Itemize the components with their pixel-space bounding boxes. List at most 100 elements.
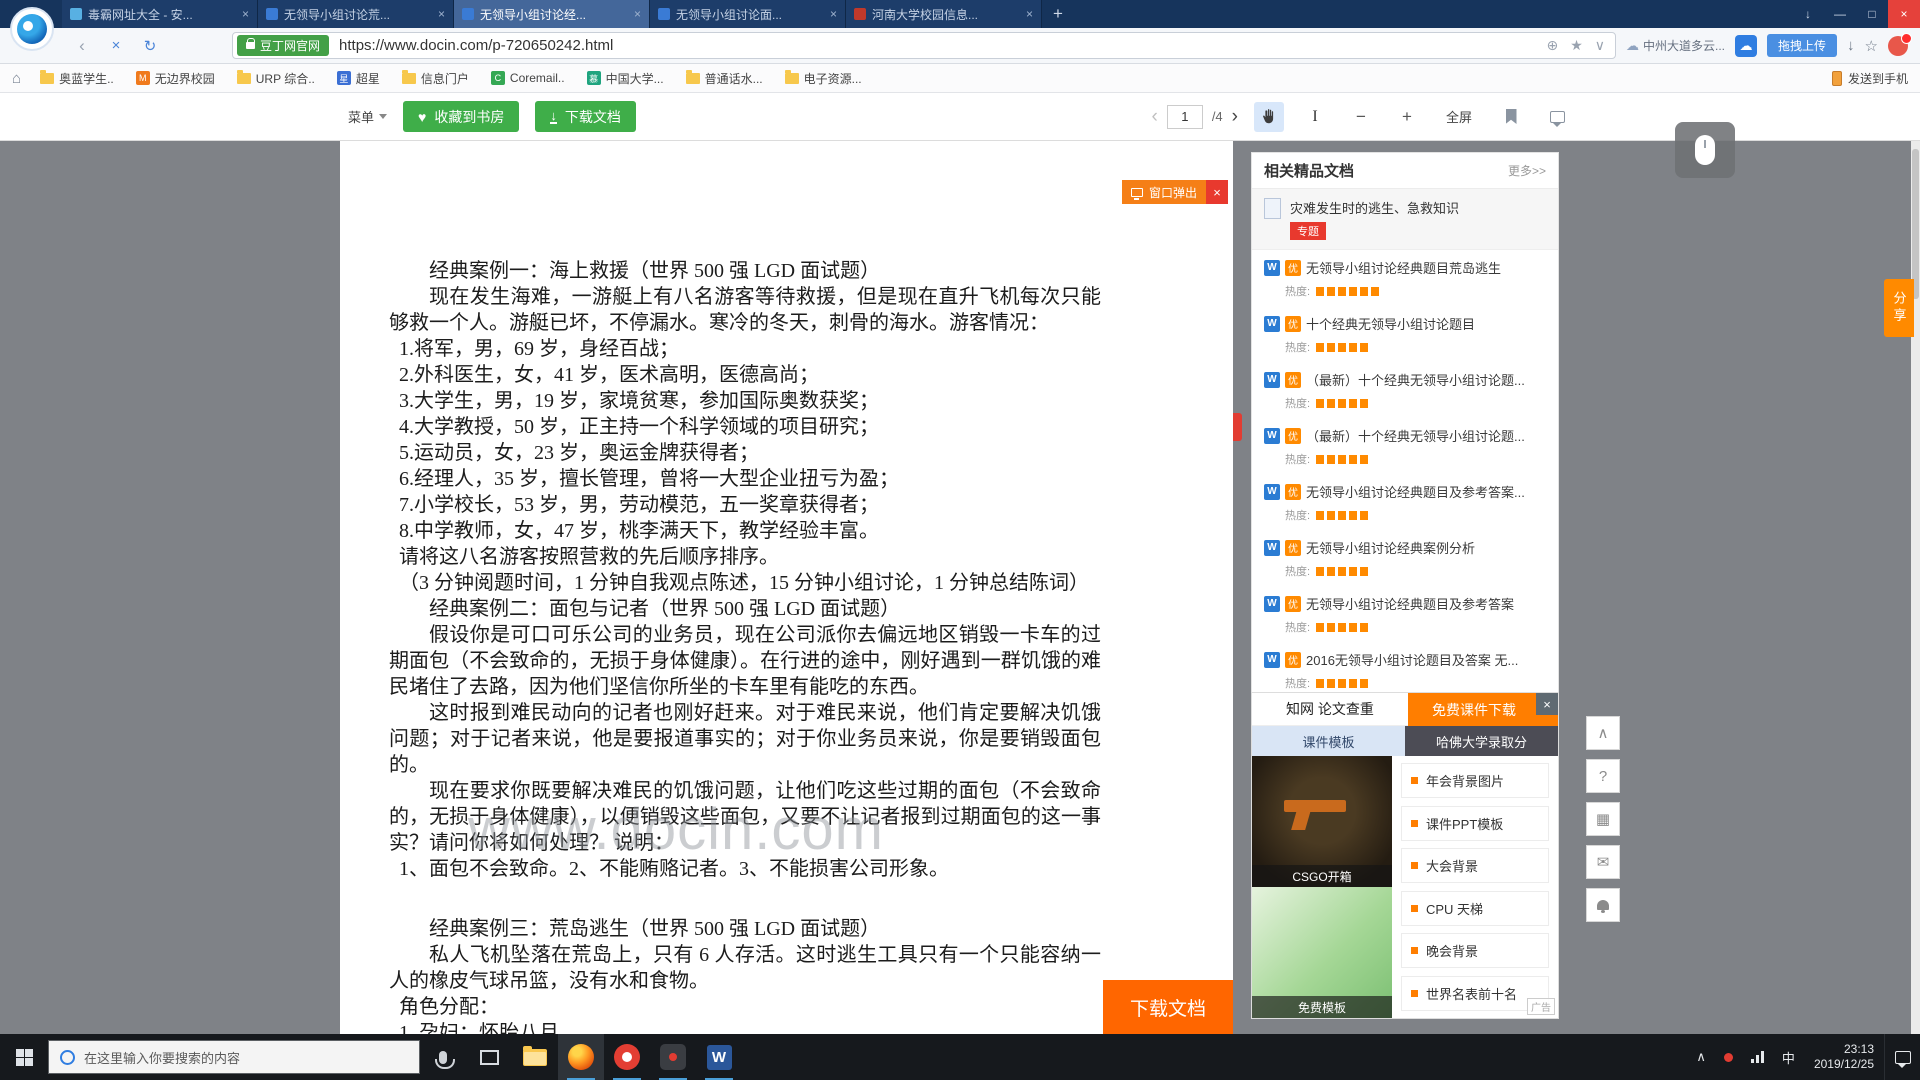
share-tab[interactable]: 分享 xyxy=(1884,279,1914,337)
popup-close-icon[interactable]: × xyxy=(1206,180,1228,204)
site-verified-badge[interactable]: 豆丁网官网 xyxy=(237,35,329,56)
start-button[interactable] xyxy=(0,1034,48,1080)
related-doc-title[interactable]: 无领导小组讨论经典案例分析 xyxy=(1306,538,1546,557)
scrollbar-thumb[interactable] xyxy=(1912,149,1919,299)
featured-doc[interactable]: 灾难发生时的逃生、急救知识 专题 xyxy=(1252,189,1558,250)
back-button[interactable]: ‹ xyxy=(70,36,94,56)
popup-window-main[interactable]: 窗口弹出 xyxy=(1122,180,1206,204)
related-doc-item[interactable]: W 优 （最新）十个经典无领导小组讨论题... 热度: xyxy=(1252,362,1558,418)
reader-mode-icon[interactable]: ⊕ xyxy=(1546,37,1558,54)
user-avatar[interactable] xyxy=(1888,36,1908,56)
browser-tab[interactable]: 河南大学校园信息... × xyxy=(846,0,1042,28)
cloud-sync-icon[interactable]: ☁ xyxy=(1735,35,1757,57)
related-doc-item[interactable]: W 优 （最新）十个经典无领导小组讨论题... 热度: xyxy=(1252,418,1558,474)
next-page-icon[interactable]: › xyxy=(1232,106,1238,128)
url-box[interactable]: 豆丁网官网 https://www.docin.com/p-720650242.… xyxy=(232,32,1616,59)
related-doc-item[interactable]: W 优 十个经典无领导小组讨论题目 热度: xyxy=(1252,306,1558,362)
bookmark-item[interactable]: 星 超星 xyxy=(326,64,391,92)
related-doc-title[interactable]: 无领导小组讨论经典题目及参考答案 xyxy=(1306,594,1546,613)
word-button[interactable]: W xyxy=(696,1034,742,1080)
hidden-icons-chevron[interactable]: ∧ xyxy=(1687,1034,1715,1080)
app-button-red[interactable] xyxy=(604,1034,650,1080)
tab-close-icon[interactable]: × xyxy=(830,7,837,21)
scrollbar[interactable] xyxy=(1911,141,1920,1034)
downloads-icon[interactable]: ↓ xyxy=(1792,0,1824,28)
ad-link[interactable]: 晚会背景 xyxy=(1401,933,1549,968)
drag-upload-button[interactable]: 拖拽上传 xyxy=(1767,34,1837,57)
ad-image-template[interactable]: 免费模板 xyxy=(1252,887,1392,1018)
related-doc-item[interactable]: W 优 无领导小组讨论经典案例分析 热度: xyxy=(1252,530,1558,586)
firefox-button[interactable] xyxy=(558,1034,604,1080)
close-button[interactable]: × xyxy=(1888,0,1920,28)
ad-link[interactable]: 大会背景 xyxy=(1401,848,1549,883)
browser-tab[interactable]: 毒霸网址大全 - 安... × xyxy=(62,0,258,28)
network-tray-icon[interactable] xyxy=(1742,1034,1773,1080)
antivirus-tray-icon[interactable] xyxy=(1715,1034,1742,1080)
app-button-dark[interactable] xyxy=(650,1034,696,1080)
browser-tab[interactable]: 无领导小组讨论面... × xyxy=(650,0,846,28)
ad-close-icon[interactable]: × xyxy=(1536,693,1558,715)
bookmark-item[interactable]: C Coremail.. xyxy=(480,64,576,92)
send-to-phone-button[interactable]: 发送到手机 xyxy=(1832,70,1908,87)
bookmark-item[interactable]: 慕 中国大学... xyxy=(576,64,675,92)
bookmark-item[interactable]: 信息门户 xyxy=(391,64,480,92)
featured-doc-title[interactable]: 灾难发生时的逃生、急救知识 xyxy=(1290,198,1459,217)
favorites-icon[interactable]: ☆ xyxy=(1865,37,1878,55)
qr-code-button[interactable]: ▦ xyxy=(1586,802,1620,836)
related-doc-item[interactable]: W 优 无领导小组讨论经典题目及参考答案... 热度: xyxy=(1252,474,1558,530)
notification-bell-button[interactable] xyxy=(1586,888,1620,922)
page-edge-marker[interactable] xyxy=(1233,413,1242,441)
ad-image-csgo[interactable]: CSGO开箱 xyxy=(1252,756,1392,887)
favorite-button[interactable]: ♥ 收藏到书房 xyxy=(403,101,519,132)
url-dropdown-icon[interactable]: ∨ xyxy=(1595,37,1605,54)
ime-indicator[interactable]: 中 xyxy=(1773,1034,1804,1080)
hand-tool-button[interactable] xyxy=(1254,102,1284,132)
bookmark-item[interactable]: M 无边界校园 xyxy=(125,64,226,92)
task-view-button[interactable] xyxy=(466,1034,512,1080)
related-doc-title[interactable]: 无领导小组讨论经典题目荒岛逃生 xyxy=(1306,258,1546,277)
taskbar-search[interactable]: 在这里输入你要搜索的内容 xyxy=(48,1040,420,1074)
prev-page-icon[interactable]: ‹ xyxy=(1151,106,1157,128)
maximize-button[interactable]: □ xyxy=(1856,0,1888,28)
related-doc-title[interactable]: （最新）十个经典无领导小组讨论题... xyxy=(1306,370,1546,389)
url-text[interactable]: https://www.docin.com/p-720650242.html xyxy=(339,37,1536,54)
ad-link[interactable]: CPU 天梯 xyxy=(1401,891,1549,926)
refresh-button[interactable]: ↻ xyxy=(138,37,162,55)
bookmark-star-icon[interactable]: ★ xyxy=(1570,37,1583,54)
bookmark-tool-button[interactable] xyxy=(1496,102,1526,132)
text-select-tool-button[interactable]: I xyxy=(1300,102,1330,132)
related-doc-item[interactable]: W 优 无领导小组讨论经典题目荒岛逃生 热度: xyxy=(1252,250,1558,306)
menu-button[interactable]: 菜单 xyxy=(348,107,387,126)
related-doc-title[interactable]: （最新）十个经典无领导小组讨论题... xyxy=(1306,426,1546,445)
home-icon[interactable]: ⌂ xyxy=(12,70,21,87)
tab-close-icon[interactable]: × xyxy=(634,7,641,21)
stop-button[interactable]: × xyxy=(104,37,128,54)
browser-tab[interactable]: 无领导小组讨论荒... × xyxy=(258,0,454,28)
browser-logo-icon[interactable] xyxy=(10,7,54,51)
help-button[interactable]: ? xyxy=(1586,759,1620,793)
ad-link[interactable]: 年会背景图片 xyxy=(1401,763,1549,798)
related-doc-title[interactable]: 无领导小组讨论经典题目及参考答案... xyxy=(1306,482,1546,501)
ad-link[interactable]: 课件PPT模板 xyxy=(1401,806,1549,841)
ad-tab-cnki[interactable]: 知网 论文查重 xyxy=(1252,693,1408,726)
zoom-in-button[interactable]: + xyxy=(1392,102,1422,132)
zoom-out-button[interactable]: − xyxy=(1346,102,1376,132)
related-doc-item[interactable]: W 优 无领导小组讨论经典题目及参考答案 热度: xyxy=(1252,586,1558,642)
back-to-top-button[interactable]: ∧ xyxy=(1586,716,1620,750)
related-doc-title[interactable]: 十个经典无领导小组讨论题目 xyxy=(1306,314,1546,333)
new-tab-button[interactable]: + xyxy=(1042,0,1074,28)
bookmark-item[interactable]: 奥蓝学生.. xyxy=(29,64,125,92)
minimize-button[interactable]: — xyxy=(1824,0,1856,28)
browser-tab[interactable]: 无领导小组讨论经... × xyxy=(454,0,650,28)
ad-subtab-harvard[interactable]: 哈佛大学录取分 xyxy=(1405,726,1558,756)
bookmark-item[interactable]: 电子资源... xyxy=(774,64,873,92)
action-center-button[interactable] xyxy=(1884,1034,1920,1080)
tab-close-icon[interactable]: × xyxy=(1026,7,1033,21)
download-doc-button[interactable]: ↓ 下载文档 xyxy=(535,101,636,132)
weather-widget[interactable]: ☁ 中州大道多云... xyxy=(1626,37,1725,54)
popup-window-button[interactable]: 窗口弹出 × xyxy=(1122,180,1228,204)
comment-tool-button[interactable] xyxy=(1542,102,1572,132)
related-doc-item[interactable]: W 优 2016无领导小组讨论题目及答案 无... 热度: xyxy=(1252,642,1558,698)
page-number-input[interactable] xyxy=(1167,105,1203,129)
related-doc-title[interactable]: 2016无领导小组讨论题目及答案 无... xyxy=(1306,650,1546,669)
